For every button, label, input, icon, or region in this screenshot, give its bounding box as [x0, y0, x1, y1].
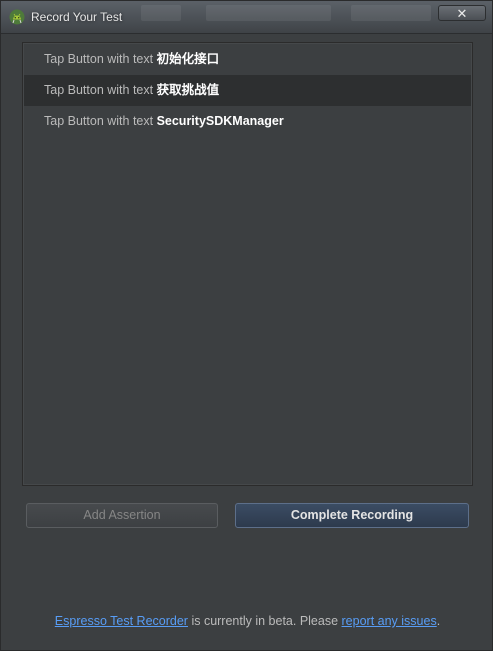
- window-title: Record Your Test: [31, 10, 123, 24]
- step-button-text: SecuritySDKManager: [156, 114, 284, 128]
- complete-recording-button[interactable]: Complete Recording: [235, 503, 469, 528]
- android-studio-icon: [9, 9, 25, 25]
- title-bar[interactable]: Record Your Test ✕: [1, 1, 492, 34]
- step-action: Tap Button with text: [44, 114, 157, 128]
- background-tab-ghost: [206, 5, 331, 21]
- list-item[interactable]: Tap Button with text 获取挑战值: [24, 75, 471, 106]
- step-button-text: 初始化接口: [156, 52, 220, 66]
- background-tab-ghost: [351, 5, 431, 21]
- espresso-test-recorder-link[interactable]: Espresso Test Recorder: [55, 614, 188, 628]
- beta-notice-period: .: [436, 614, 441, 628]
- list-item[interactable]: Tap Button with text 初始化接口: [24, 44, 471, 75]
- step-action: Tap Button with text: [44, 83, 157, 97]
- close-button[interactable]: ✕: [438, 5, 486, 21]
- list-item[interactable]: Tap Button with text SecuritySDKManager: [24, 106, 471, 137]
- dialog-content: Tap Button with text 初始化接口 Tap Button wi…: [9, 34, 486, 644]
- recorded-steps-list[interactable]: Tap Button with text 初始化接口 Tap Button wi…: [22, 42, 473, 486]
- close-icon: ✕: [456, 6, 468, 21]
- add-assertion-button[interactable]: Add Assertion: [26, 503, 218, 528]
- step-action: Tap Button with text: [44, 52, 157, 66]
- step-button-text: 获取挑战值: [156, 83, 220, 97]
- background-tab-ghost: [141, 5, 181, 21]
- record-test-dialog: Record Your Test ✕ Tap Button with text …: [0, 0, 493, 651]
- beta-notice: Espresso Test Recorder is currently in b…: [9, 614, 486, 628]
- report-issues-link[interactable]: report any issues: [342, 614, 437, 628]
- beta-notice-text: is currently in beta. Please: [187, 614, 342, 628]
